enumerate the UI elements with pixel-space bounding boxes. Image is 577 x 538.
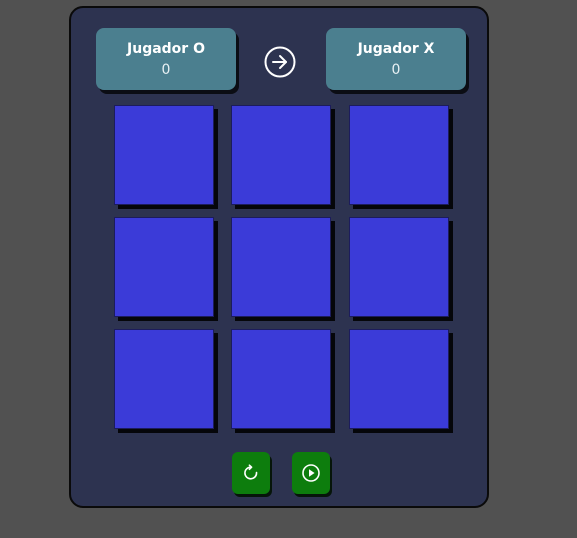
player-x-score: 0 <box>391 62 401 78</box>
board-cell-4[interactable] <box>114 217 214 317</box>
player-x-name: Jugador X <box>357 41 435 57</box>
board-cell-7[interactable] <box>114 329 214 429</box>
board-cell-1[interactable] <box>114 105 214 205</box>
restart-button[interactable] <box>232 452 270 494</box>
board-cell-9[interactable] <box>349 329 449 429</box>
restart-icon <box>244 464 258 480</box>
board-cell-6[interactable] <box>349 217 449 317</box>
player-o-score: 0 <box>161 62 171 78</box>
game-panel: Jugador O 0 Jugador X 0 <box>69 6 489 508</box>
play-icon <box>302 464 320 482</box>
game-board <box>114 105 454 435</box>
player-x-score-card: Jugador X 0 <box>326 28 466 90</box>
board-cell-3[interactable] <box>349 105 449 205</box>
arrow-right-circle-icon <box>263 45 297 79</box>
play-button[interactable] <box>292 452 330 494</box>
board-cell-2[interactable] <box>231 105 331 205</box>
board-cell-8[interactable] <box>231 329 331 429</box>
player-o-score-card: Jugador O 0 <box>96 28 236 90</box>
player-o-name: Jugador O <box>127 41 205 57</box>
board-cell-5[interactable] <box>231 217 331 317</box>
